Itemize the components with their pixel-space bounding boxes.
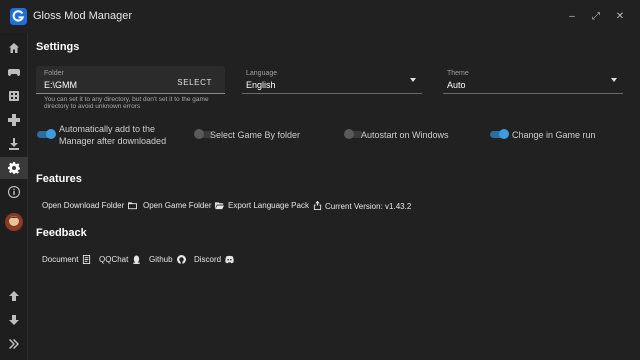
- sidebar-item-games[interactable]: [0, 61, 28, 83]
- sidebar-expand[interactable]: [0, 333, 28, 355]
- sidebar-item-upload[interactable]: [0, 285, 28, 307]
- home-icon: [9, 43, 19, 53]
- language-label: Language: [246, 70, 278, 77]
- qq-icon: [133, 255, 141, 264]
- language-select[interactable]: Language English: [242, 66, 422, 94]
- discord-link[interactable]: Discord: [194, 255, 234, 264]
- gamepad-icon: [8, 69, 20, 76]
- document-icon: [83, 255, 91, 264]
- github-link[interactable]: Github: [149, 255, 186, 264]
- folder-open-icon: [215, 202, 225, 210]
- folder-value: E:\GMM: [44, 80, 77, 90]
- qqchat-label: QQChat: [99, 255, 129, 264]
- avatar: [5, 213, 23, 231]
- download-icon: [9, 138, 19, 150]
- grid-icon: [9, 91, 19, 101]
- chevron-down-icon: [410, 78, 416, 82]
- folder-label: Folder: [44, 70, 64, 77]
- maximize-button[interactable]: ⤢: [586, 6, 606, 26]
- sidebar-item-mods[interactable]: [0, 85, 28, 107]
- auto-add-label: Automatically add to the Manager after d…: [59, 124, 167, 146]
- settings-page: Settings Folder E:\GMM SELECT You can se…: [28, 33, 640, 360]
- language-value: English: [246, 80, 276, 90]
- sidebar: [0, 33, 28, 360]
- feedback-title: Feedback: [36, 227, 87, 239]
- app-title: Gloss Mod Manager: [33, 10, 133, 22]
- puzzle-icon: [8, 114, 20, 126]
- change-in-game-run-label: Change in Game run: [512, 130, 596, 140]
- folder-hint: You can set it to any directory, but don…: [44, 96, 209, 110]
- document-link[interactable]: Document: [42, 255, 91, 264]
- sidebar-item-settings[interactable]: [0, 157, 28, 179]
- github-label: Github: [149, 255, 173, 264]
- expand-icon: [9, 339, 19, 349]
- open-game-folder-label: Open Game Folder: [143, 201, 212, 210]
- arrow-up-icon: [9, 291, 19, 301]
- sidebar-item-download[interactable]: [0, 309, 28, 331]
- discord-label: Discord: [194, 255, 222, 264]
- theme-value: Auto: [447, 80, 466, 90]
- change-in-game-run-toggle[interactable]: [489, 129, 509, 139]
- autostart-label: Autostart on Windows: [361, 130, 449, 140]
- current-version: Current Version: v1.43.2: [325, 202, 412, 211]
- open-download-folder-label: Open Download Folder: [42, 201, 125, 210]
- select-game-by-folder-label: Select Game By folder: [210, 130, 301, 140]
- select-folder-button[interactable]: SELECT: [177, 78, 212, 87]
- gear-icon: [8, 162, 20, 174]
- theme-select[interactable]: Theme Auto: [443, 66, 623, 94]
- settings-title: Settings: [36, 41, 80, 53]
- title-bar: Gloss Mod Manager – ⤢ ✕: [0, 0, 640, 33]
- sidebar-item-home[interactable]: [0, 37, 28, 59]
- sidebar-item-plugins[interactable]: [0, 109, 28, 131]
- export-language-pack-link[interactable]: Export Language Pack: [228, 201, 322, 210]
- export-icon: [313, 201, 322, 210]
- open-game-folder-link[interactable]: Open Game Folder: [143, 201, 225, 210]
- open-download-folder-link[interactable]: Open Download Folder: [42, 201, 138, 210]
- minimize-button[interactable]: –: [562, 6, 582, 26]
- info-icon: [8, 186, 20, 198]
- sidebar-item-about[interactable]: [0, 181, 28, 203]
- sidebar-item-downloads[interactable]: [0, 133, 28, 155]
- sidebar-item-user[interactable]: [0, 211, 28, 233]
- close-button[interactable]: ✕: [610, 6, 630, 26]
- export-language-pack-label: Export Language Pack: [228, 201, 309, 210]
- chevron-down-icon: [611, 78, 617, 82]
- theme-label: Theme: [447, 70, 469, 77]
- document-label: Document: [42, 255, 79, 264]
- app-logo-icon: [10, 8, 27, 25]
- arrow-down-icon: [9, 315, 19, 325]
- folder-icon: [128, 202, 138, 210]
- features-title: Features: [36, 173, 82, 185]
- github-icon: [176, 255, 186, 264]
- auto-add-toggle[interactable]: [36, 129, 56, 139]
- discord-icon: [225, 255, 234, 264]
- folder-field[interactable]: Folder E:\GMM SELECT: [36, 66, 225, 94]
- qqchat-link[interactable]: QQChat: [99, 255, 141, 264]
